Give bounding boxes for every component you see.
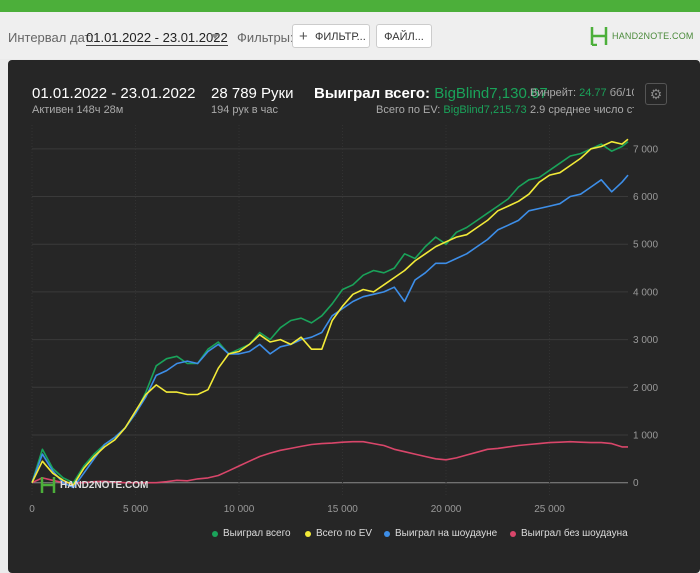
legend-dot xyxy=(212,530,218,537)
watermark-text: HAND2NOTE.COM xyxy=(60,479,149,491)
legend-label: Всего по EV xyxy=(316,528,373,539)
legend-dot xyxy=(384,530,390,537)
x-tick-label: 25 000 xyxy=(534,504,565,515)
chart-watermark: HAND2NOTE.COM xyxy=(40,476,148,494)
x-tick-label: 15 000 xyxy=(327,504,358,515)
y-tick-label: 1 000 xyxy=(633,431,658,442)
legend-item-won-total[interactable]: Выиграл всего xyxy=(212,528,291,539)
x-tick-label: 5 000 xyxy=(123,504,148,515)
y-tick-label: 2 000 xyxy=(633,383,658,394)
legend-dot xyxy=(510,530,516,537)
y-axis-ticks: 0 1 000 2 000 3 000 4 000 5 000 6 000 7 000 xyxy=(633,144,658,489)
watermark-logo-icon xyxy=(40,477,56,493)
legend-item-non-showdown[interactable]: Выиграл без шоудауна xyxy=(510,528,628,539)
y-tick-label: 3 000 xyxy=(633,335,658,346)
y-tick-label: 7 000 xyxy=(633,144,658,155)
series-line-ev xyxy=(31,138,629,486)
series-line-showdown xyxy=(31,174,629,489)
legend-label: Выиграл всего xyxy=(223,528,291,539)
x-tick-label: 0 xyxy=(29,504,35,515)
y-tick-label: 4 000 xyxy=(633,287,658,298)
legend-dot xyxy=(305,530,311,537)
y-tick-label: 0 xyxy=(633,478,639,489)
y-tick-label: 5 000 xyxy=(633,240,658,251)
legend-label: Выиграл без шоудауна xyxy=(521,528,628,539)
x-tick-label: 10 000 xyxy=(224,504,255,515)
y-tick-label: 6 000 xyxy=(633,192,658,203)
legend-label: Выиграл на шоудауне xyxy=(395,528,498,539)
x-axis-ticks: 0 5 000 10 000 15 000 20 000 25 000 xyxy=(29,504,565,515)
x-tick-label: 20 000 xyxy=(431,504,462,515)
legend-item-showdown[interactable]: Выиграл на шоудауне xyxy=(384,528,497,539)
legend-item-ev[interactable]: Всего по EV xyxy=(305,528,372,539)
